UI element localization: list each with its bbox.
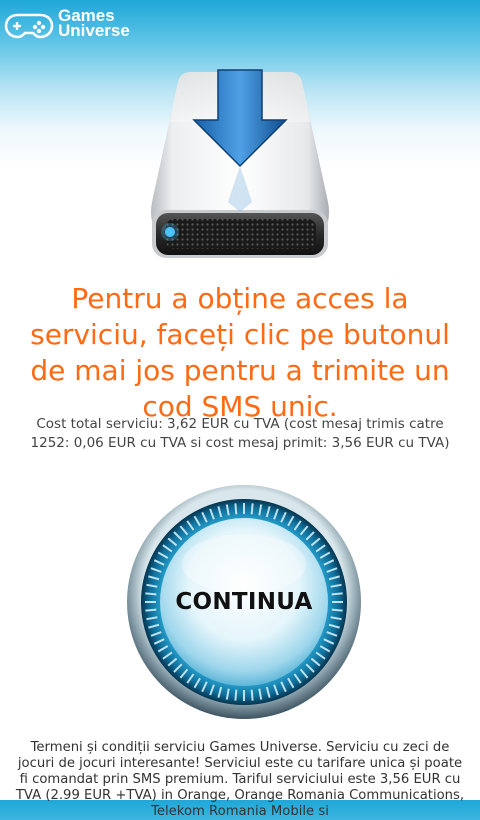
headline-text: Pentru a obține acces la serviciu, faceț… xyxy=(30,282,450,423)
brand-line2: Universe xyxy=(58,21,130,40)
brand-logo: Games Universe xyxy=(4,6,130,40)
gamepad-icon xyxy=(4,13,54,39)
continue-button-label[interactable]: CONTINUA xyxy=(126,484,362,720)
download-drive-icon xyxy=(140,62,340,272)
cost-info-text: Cost total serviciu: 3,62 EUR cu TVA (co… xyxy=(30,416,450,451)
continue-button[interactable]: CONTINUA xyxy=(126,484,362,720)
terms-text: Termeni și condiții serviciu Games Unive… xyxy=(15,740,465,819)
brand-name: Games Universe xyxy=(58,7,130,40)
